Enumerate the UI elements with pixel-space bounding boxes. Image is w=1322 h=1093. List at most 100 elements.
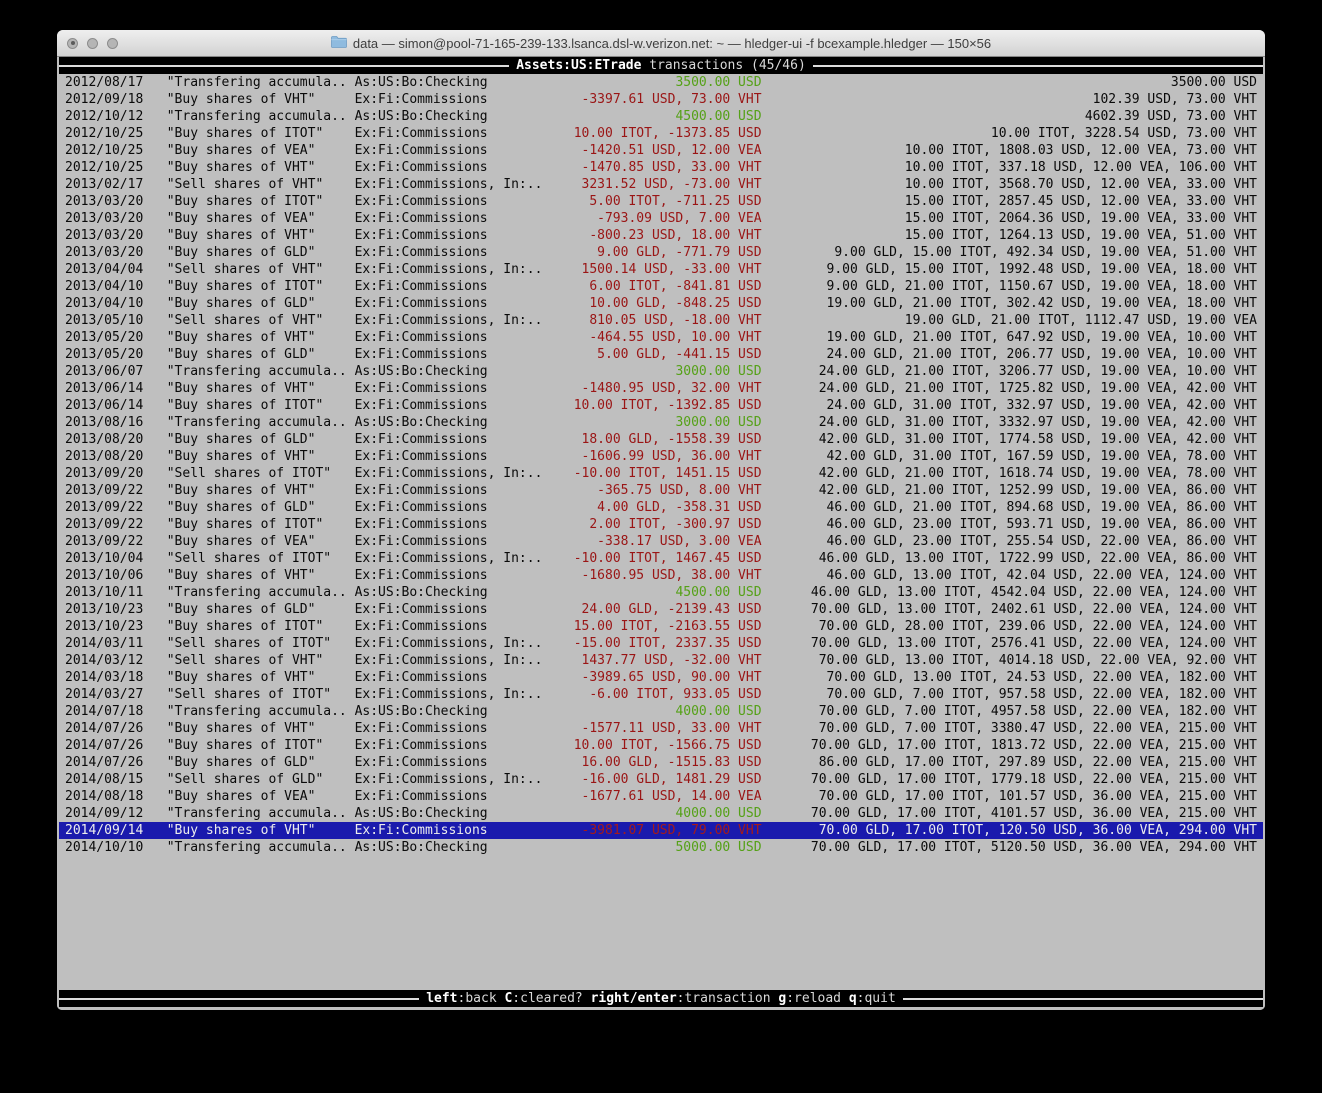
transaction-row[interactable]: 2013/06/14 "Buy shares of VHT" Ex:Fi:Com… — [59, 380, 1263, 397]
window-titlebar[interactable]: data — simon@pool-71-165-239-133.lsanca.… — [57, 30, 1265, 57]
transaction-description: "Buy shares of VHT" — [167, 482, 355, 499]
transaction-row[interactable]: 2012/10/25 "Buy shares of ITOT" Ex:Fi:Co… — [59, 125, 1263, 142]
transaction-row[interactable]: 2014/03/18 "Buy shares of VHT" Ex:Fi:Com… — [59, 669, 1263, 686]
transaction-balance-amount: 15.00 ITOT, 2857.45 USD, 12.00 VEA, 33.0… — [762, 193, 1257, 210]
transaction-row[interactable]: 2014/08/18 "Buy shares of VEA" Ex:Fi:Com… — [59, 788, 1263, 805]
transaction-row[interactable]: 2013/10/23 "Buy shares of GLD" Ex:Fi:Com… — [59, 601, 1263, 618]
transaction-row[interactable]: 2014/03/11 "Sell shares of ITOT" Ex:Fi:C… — [59, 635, 1263, 652]
transaction-date: 2012/10/25 — [65, 125, 167, 142]
transaction-other-accounts: Ex:Fi:Commissions — [355, 125, 551, 142]
transaction-date: 2013/08/20 — [65, 448, 167, 465]
transaction-balance-amount: 46.00 GLD, 13.00 ITOT, 1722.99 USD, 22.0… — [762, 550, 1257, 567]
transaction-row[interactable]: 2014/09/12 "Transfering accumula.. As:US… — [59, 805, 1263, 822]
transaction-row[interactable]: 2013/05/20 "Buy shares of GLD" Ex:Fi:Com… — [59, 346, 1263, 363]
transaction-row[interactable]: 2013/10/23 "Buy shares of ITOT" Ex:Fi:Co… — [59, 618, 1263, 635]
transaction-row[interactable]: 2014/03/27 "Sell shares of ITOT" Ex:Fi:C… — [59, 686, 1263, 703]
transaction-row[interactable]: 2013/05/20 "Buy shares of VHT" Ex:Fi:Com… — [59, 329, 1263, 346]
transaction-row[interactable]: 2014/07/26 "Buy shares of ITOT" Ex:Fi:Co… — [59, 737, 1263, 754]
transaction-date: 2013/04/10 — [65, 295, 167, 312]
transaction-row[interactable]: 2013/09/22 "Buy shares of ITOT" Ex:Fi:Co… — [59, 516, 1263, 533]
transaction-row[interactable]: 2013/04/10 "Buy shares of GLD" Ex:Fi:Com… — [59, 295, 1263, 312]
transaction-other-accounts: Ex:Fi:Commissions — [355, 618, 551, 635]
screen-title: Assets:US:ETradetransactions (45/46) — [516, 57, 806, 74]
transaction-other-accounts: Ex:Fi:Commissions — [355, 567, 551, 584]
transaction-change-amount: 810.05 USD, -18.00 VHT — [550, 312, 761, 329]
transaction-date: 2014/03/27 — [65, 686, 167, 703]
transaction-date: 2013/05/10 — [65, 312, 167, 329]
desktop-background: { "window": { "title": "data — simon@poo… — [0, 0, 1322, 1093]
transaction-date: 2013/10/04 — [65, 550, 167, 567]
footer-keys: left:backC:cleared?right/enter:transacti… — [426, 990, 896, 1007]
transaction-date: 2013/05/20 — [65, 346, 167, 363]
transaction-change-amount: -1480.95 USD, 32.00 VHT — [550, 380, 761, 397]
transaction-description: "Buy shares of ITOT" — [167, 618, 355, 635]
transaction-row[interactable]: 2013/10/06 "Buy shares of VHT" Ex:Fi:Com… — [59, 567, 1263, 584]
transaction-balance-amount: 9.00 GLD, 21.00 ITOT, 1150.67 USD, 19.00… — [762, 278, 1257, 295]
transaction-row[interactable]: 2013/08/20 "Buy shares of GLD" Ex:Fi:Com… — [59, 431, 1263, 448]
transaction-change-amount: 4000.00 USD — [550, 805, 761, 822]
transaction-description: "Buy shares of VEA" — [167, 788, 355, 805]
transaction-balance-amount: 19.00 GLD, 21.00 ITOT, 647.92 USD, 19.00… — [762, 329, 1257, 346]
transaction-row[interactable]: 2013/08/20 "Buy shares of VHT" Ex:Fi:Com… — [59, 448, 1263, 465]
transaction-date: 2012/09/18 — [65, 91, 167, 108]
transaction-row[interactable]: 2013/09/22 "Buy shares of VEA" Ex:Fi:Com… — [59, 533, 1263, 550]
close-button[interactable] — [67, 38, 78, 49]
transaction-other-accounts: As:US:Bo:Checking — [355, 363, 551, 380]
transaction-date: 2012/08/17 — [65, 74, 167, 91]
transaction-balance-amount: 9.00 GLD, 15.00 ITOT, 492.34 USD, 19.00 … — [762, 244, 1257, 261]
transaction-row[interactable]: 2012/08/17 "Transfering accumula.. As:US… — [59, 74, 1263, 91]
transaction-balance-amount: 42.00 GLD, 31.00 ITOT, 1774.58 USD, 19.0… — [762, 431, 1257, 448]
minimize-button[interactable] — [87, 38, 98, 49]
transaction-date: 2013/10/23 — [65, 601, 167, 618]
transaction-row[interactable]: 2014/03/12 "Sell shares of VHT" Ex:Fi:Co… — [59, 652, 1263, 669]
transaction-row[interactable]: 2012/10/25 "Buy shares of VEA" Ex:Fi:Com… — [59, 142, 1263, 159]
transaction-balance-amount: 42.00 GLD, 31.00 ITOT, 167.59 USD, 19.00… — [762, 448, 1257, 465]
transaction-row[interactable]: 2013/02/17 "Sell shares of VHT" Ex:Fi:Co… — [59, 176, 1263, 193]
transaction-date: 2013/08/20 — [65, 431, 167, 448]
transaction-row[interactable]: 2012/10/12 "Transfering accumula.. As:US… — [59, 108, 1263, 125]
transaction-other-accounts: Ex:Fi:Commissions, In:.. — [355, 771, 551, 788]
transaction-other-accounts: Ex:Fi:Commissions — [355, 754, 551, 771]
transaction-date: 2014/07/26 — [65, 737, 167, 754]
transaction-row[interactable]: 2013/04/10 "Buy shares of ITOT" Ex:Fi:Co… — [59, 278, 1263, 295]
transaction-row[interactable]: 2014/10/10 "Transfering accumula.. As:US… — [59, 839, 1263, 856]
transaction-description: "Buy shares of VHT" — [167, 720, 355, 737]
transaction-row[interactable]: 2013/04/04 "Sell shares of VHT" Ex:Fi:Co… — [59, 261, 1263, 278]
transaction-row[interactable]: 2013/10/04 "Sell shares of ITOT" Ex:Fi:C… — [59, 550, 1263, 567]
transaction-other-accounts: Ex:Fi:Commissions, In:.. — [355, 550, 551, 567]
transaction-date: 2013/10/06 — [65, 567, 167, 584]
transaction-date: 2013/02/17 — [65, 176, 167, 193]
transaction-row[interactable]: 2013/05/10 "Sell shares of VHT" Ex:Fi:Co… — [59, 312, 1263, 329]
transaction-description: "Sell shares of ITOT" — [167, 686, 355, 703]
zoom-button[interactable] — [107, 38, 118, 49]
transaction-description: "Buy shares of VHT" — [167, 567, 355, 584]
transaction-row[interactable]: 2013/08/16 "Transfering accumula.. As:US… — [59, 414, 1263, 431]
transaction-row[interactable]: 2014/07/26 "Buy shares of GLD" Ex:Fi:Com… — [59, 754, 1263, 771]
transaction-description: "Buy shares of VEA" — [167, 533, 355, 550]
transaction-row[interactable]: 2014/07/26 "Buy shares of VHT" Ex:Fi:Com… — [59, 720, 1263, 737]
transaction-row[interactable]: 2013/03/20 "Buy shares of VEA" Ex:Fi:Com… — [59, 210, 1263, 227]
transaction-date: 2012/10/25 — [65, 159, 167, 176]
transaction-row[interactable]: 2013/06/07 "Transfering accumula.. As:US… — [59, 363, 1263, 380]
transaction-row[interactable]: 2013/09/22 "Buy shares of GLD" Ex:Fi:Com… — [59, 499, 1263, 516]
transaction-description: "Buy shares of GLD" — [167, 601, 355, 618]
transaction-row[interactable]: 2012/10/25 "Buy shares of VHT" Ex:Fi:Com… — [59, 159, 1263, 176]
transaction-row[interactable]: 2014/08/15 "Sell shares of GLD" Ex:Fi:Co… — [59, 771, 1263, 788]
transaction-date: 2013/09/22 — [65, 533, 167, 550]
transaction-change-amount: -3989.65 USD, 90.00 VHT — [550, 669, 761, 686]
key-hint-q: q:quit — [849, 991, 896, 1006]
transaction-other-accounts: Ex:Fi:Commissions — [355, 431, 551, 448]
transaction-other-accounts: Ex:Fi:Commissions — [355, 91, 551, 108]
transaction-row[interactable]: 2013/03/20 "Buy shares of GLD" Ex:Fi:Com… — [59, 244, 1263, 261]
transaction-row[interactable]: 2013/09/20 "Sell shares of ITOT" Ex:Fi:C… — [59, 465, 1263, 482]
transaction-row[interactable]: 2013/09/22 "Buy shares of VHT" Ex:Fi:Com… — [59, 482, 1263, 499]
transaction-balance-amount: 10.00 ITOT, 337.18 USD, 12.00 VEA, 106.0… — [762, 159, 1257, 176]
transaction-row[interactable]: 2013/10/11 "Transfering accumula.. As:US… — [59, 584, 1263, 601]
transaction-row[interactable]: 2013/03/20 "Buy shares of ITOT" Ex:Fi:Co… — [59, 193, 1263, 210]
transaction-row[interactable]: 2014/09/14 "Buy shares of VHT" Ex:Fi:Com… — [59, 822, 1263, 839]
transaction-row[interactable]: 2014/07/18 "Transfering accumula.. As:US… — [59, 703, 1263, 720]
transaction-row[interactable]: 2013/03/20 "Buy shares of VHT" Ex:Fi:Com… — [59, 227, 1263, 244]
transaction-change-amount: -365.75 USD, 8.00 VHT — [550, 482, 761, 499]
transaction-row[interactable]: 2013/06/14 "Buy shares of ITOT" Ex:Fi:Co… — [59, 397, 1263, 414]
transaction-row[interactable]: 2012/09/18 "Buy shares of VHT" Ex:Fi:Com… — [59, 91, 1263, 108]
